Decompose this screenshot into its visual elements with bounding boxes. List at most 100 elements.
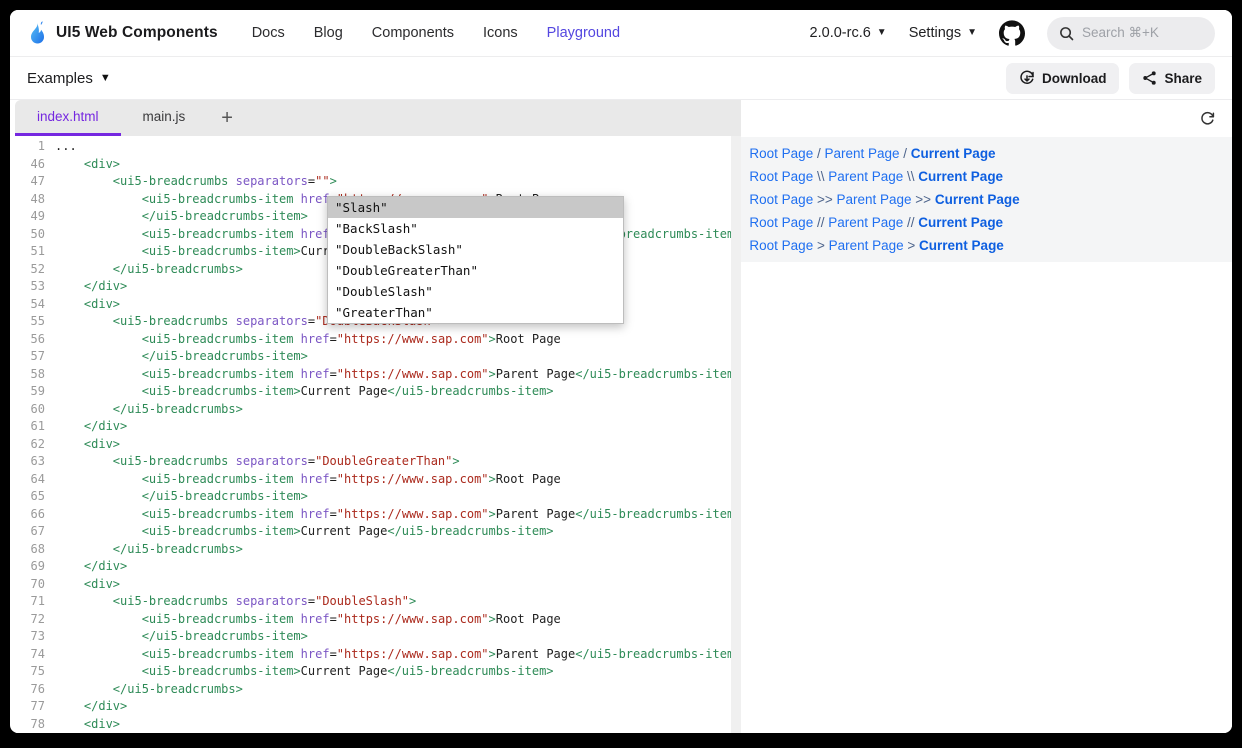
header-right: 2.0.0-rc.6 ▼ Settings ▼ Search ⌘+K	[810, 17, 1215, 50]
code-token: </div>	[84, 699, 127, 713]
tab-index.html[interactable]: index.html	[15, 100, 121, 136]
code-token: href	[301, 507, 330, 521]
code-line[interactable]: 60 </ui5-breadcrumbs>	[15, 401, 741, 419]
refresh-icon[interactable]	[1199, 110, 1216, 127]
code-line[interactable]: 71 <ui5-breadcrumbs separators="DoubleSl…	[15, 593, 741, 611]
code-line[interactable]: 62 <div>	[15, 436, 741, 454]
breadcrumb-current: Current Page	[911, 146, 996, 161]
breadcrumb-link[interactable]: Root Page	[749, 238, 813, 253]
code-line[interactable]: 66 <ui5-breadcrumbs-item href="https://w…	[15, 506, 741, 524]
code-line[interactable]: 73 </ui5-breadcrumbs-item>	[15, 628, 741, 646]
share-button[interactable]: Share	[1129, 63, 1215, 94]
brand[interactable]: UI5 Web Components	[27, 20, 218, 46]
code-token: </ui5-breadcrumbs-item>	[575, 647, 741, 661]
code-line[interactable]: 59 <ui5-breadcrumbs-item>Current Page</u…	[15, 383, 741, 401]
code-line[interactable]: 63 <ui5-breadcrumbs separators="DoubleGr…	[15, 453, 741, 471]
code-token: </ui5-breadcrumbs>	[113, 262, 243, 276]
new-tab-button[interactable]: +	[207, 100, 247, 136]
code-line[interactable]: 74 <ui5-breadcrumbs-item href="https://w…	[15, 646, 741, 664]
code-line[interactable]: 70 <div>	[15, 576, 741, 594]
code-token: <ui5-breadcrumbs-item	[142, 612, 294, 626]
code-token	[55, 454, 113, 468]
github-icon[interactable]	[999, 20, 1025, 46]
code-token: </ui5-breadcrumbs-item>	[387, 664, 553, 678]
breadcrumb-link[interactable]: Root Page	[749, 169, 813, 184]
code-token: </ui5-breadcrumbs-item>	[142, 629, 308, 643]
autocomplete-option[interactable]: "DoubleBackSlash"	[328, 239, 623, 260]
autocomplete-option[interactable]: "Slash"	[328, 197, 623, 218]
code-line[interactable]: 76 </ui5-breadcrumbs>	[15, 681, 741, 699]
version-dropdown[interactable]: 2.0.0-rc.6 ▼	[810, 25, 887, 41]
code-token: <ui5-breadcrumbs	[113, 594, 229, 608]
examples-dropdown[interactable]: Examples ▼	[27, 70, 111, 87]
code-line[interactable]: 69 </div>	[15, 558, 741, 576]
code-token: Current Page	[301, 384, 388, 398]
breadcrumb-link[interactable]: Parent Page	[836, 192, 911, 207]
code-text: </div>	[55, 699, 127, 713]
code-token: href	[301, 227, 330, 241]
breadcrumb: Root Page \\ Parent Page \\ Current Page	[749, 165, 1232, 188]
tab-main.js[interactable]: main.js	[121, 100, 208, 136]
code-line[interactable]: 78 <div>	[15, 716, 741, 734]
breadcrumb-link[interactable]: Parent Page	[828, 169, 903, 184]
search-input[interactable]: Search ⌘+K	[1047, 17, 1215, 50]
nav-docs[interactable]: Docs	[252, 25, 285, 41]
code-token	[55, 507, 142, 521]
autocomplete-option[interactable]: "GreaterThan"	[328, 302, 623, 323]
autocomplete-option[interactable]: "DoubleGreaterThan"	[328, 260, 623, 281]
breadcrumb-link[interactable]: Parent Page	[829, 238, 904, 253]
code-token	[55, 262, 113, 276]
nav-components[interactable]: Components	[372, 25, 454, 41]
code-token	[55, 489, 142, 503]
search-placeholder: Search ⌘+K	[1082, 25, 1159, 41]
code-token	[55, 699, 84, 713]
settings-dropdown[interactable]: Settings ▼	[909, 25, 977, 41]
editor-scrollbar[interactable]	[731, 136, 741, 733]
breadcrumb-link[interactable]: Root Page	[749, 215, 813, 230]
breadcrumb-link[interactable]: Parent Page	[824, 146, 899, 161]
code-token: href	[301, 647, 330, 661]
code-line[interactable]: 68 </ui5-breadcrumbs>	[15, 541, 741, 559]
nav-icons[interactable]: Icons	[483, 25, 518, 41]
examples-bar: Examples ▼ Download Sha	[10, 57, 1232, 100]
code-line[interactable]: 61 </div>	[15, 418, 741, 436]
autocomplete-option[interactable]: "DoubleSlash"	[328, 281, 623, 302]
breadcrumb-link[interactable]: Root Page	[749, 192, 813, 207]
code-token	[55, 227, 142, 241]
code-line[interactable]: 56 <ui5-breadcrumbs-item href="https://w…	[15, 331, 741, 349]
code-line[interactable]: 47 <ui5-breadcrumbs separators="">	[15, 173, 741, 191]
code-line[interactable]: 64 <ui5-breadcrumbs-item href="https://w…	[15, 471, 741, 489]
code-text: <ui5-breadcrumbs-item href="https://www.…	[55, 472, 561, 486]
code-text: </ui5-breadcrumbs-item>	[55, 489, 308, 503]
line-number: 57	[15, 348, 45, 366]
code-text: <ui5-breadcrumbs separators="DoubleGreat…	[55, 454, 460, 468]
breadcrumb-link[interactable]: Parent Page	[828, 215, 903, 230]
autocomplete-option[interactable]: "BackSlash"	[328, 218, 623, 239]
code-line[interactable]: 1...	[15, 138, 741, 156]
code-line[interactable]: 67 <ui5-breadcrumbs-item>Current Page</u…	[15, 523, 741, 541]
code-line[interactable]: 46 <div>	[15, 156, 741, 174]
code-line[interactable]: 65 </ui5-breadcrumbs-item>	[15, 488, 741, 506]
line-number: 53	[15, 278, 45, 296]
code-token: <ui5-breadcrumbs	[113, 174, 229, 188]
code-token: </ui5-breadcrumbs-item>	[387, 524, 553, 538]
code-token	[55, 332, 142, 346]
code-token: "https://www.sap.com"	[337, 332, 489, 346]
ui5-logo-icon	[27, 20, 48, 46]
download-button[interactable]: Download	[1006, 63, 1120, 94]
code-text: <ui5-breadcrumbs-item>Current Page</ui5-…	[55, 384, 554, 398]
code-token	[55, 559, 84, 573]
line-number: 47	[15, 173, 45, 191]
code-line[interactable]: 77 </div>	[15, 698, 741, 716]
breadcrumb-link[interactable]: Root Page	[749, 146, 813, 161]
line-number: 62	[15, 436, 45, 454]
nav-blog[interactable]: Blog	[314, 25, 343, 41]
code-line[interactable]: 58 <ui5-breadcrumbs-item href="https://w…	[15, 366, 741, 384]
code-line[interactable]: 72 <ui5-breadcrumbs-item href="https://w…	[15, 611, 741, 629]
code-line[interactable]: 57 </ui5-breadcrumbs-item>	[15, 348, 741, 366]
code-text: ...	[55, 139, 77, 153]
breadcrumb-separator: /	[900, 146, 911, 161]
nav-playground[interactable]: Playground	[547, 25, 620, 41]
code-line[interactable]: 75 <ui5-breadcrumbs-item>Current Page</u…	[15, 663, 741, 681]
code-token: Root Page	[496, 332, 561, 346]
